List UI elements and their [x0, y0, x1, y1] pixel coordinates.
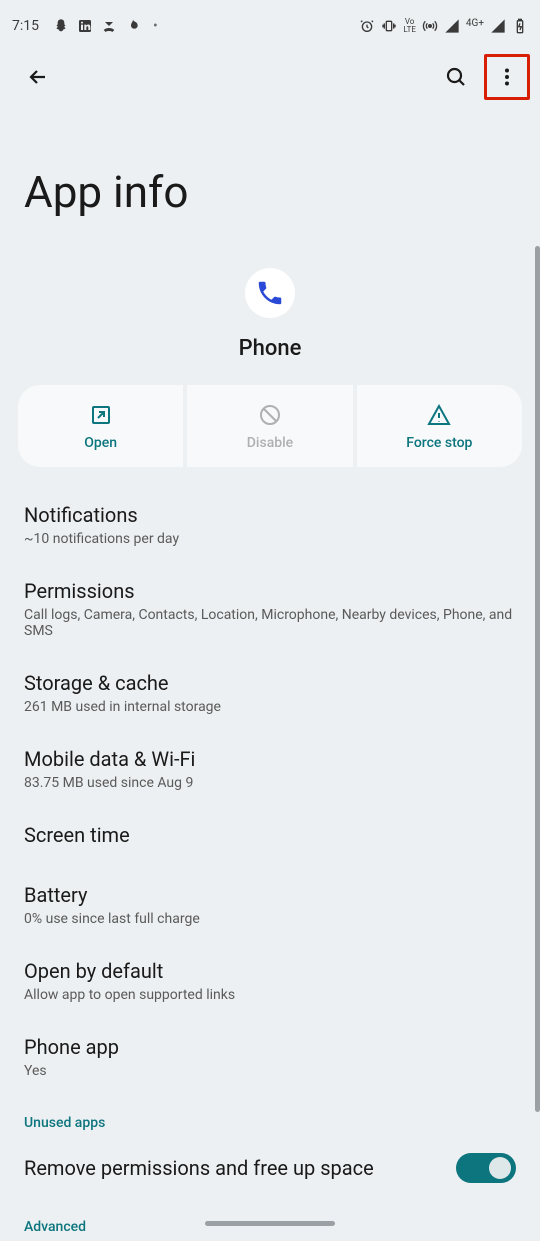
- warning-icon: [427, 403, 451, 427]
- section-advanced: Advanced: [24, 1199, 516, 1241]
- remove-permissions-toggle[interactable]: [456, 1153, 516, 1183]
- network-type: 4G+: [466, 18, 484, 29]
- volte-icon: VoLTE: [403, 18, 416, 34]
- page-title: App info: [0, 106, 540, 258]
- status-right: VoLTE 4G+: [359, 18, 528, 34]
- force-stop-label: Force stop: [406, 435, 472, 451]
- app-icon: [245, 268, 295, 318]
- hotspot-icon: [422, 18, 438, 34]
- overflow-highlight: [484, 54, 530, 100]
- open-button[interactable]: Open: [18, 385, 183, 467]
- signal-icon-1: [444, 18, 460, 34]
- status-time: 7:15: [12, 18, 39, 34]
- back-button[interactable]: [18, 57, 58, 97]
- nav-handle[interactable]: [205, 1221, 335, 1226]
- app-header: Phone: [0, 258, 540, 385]
- status-bar: 7:15 • VoLTE 4G+: [0, 0, 540, 48]
- disable-icon: [258, 403, 282, 427]
- disable-button: Disable: [187, 385, 352, 467]
- setting-permissions[interactable]: Permissions Call logs, Camera, Contacts,…: [24, 563, 516, 655]
- missed-call-icon: [101, 18, 117, 34]
- setting-remove-permissions[interactable]: Remove permissions and free up space: [24, 1137, 516, 1199]
- signal-icon-2: [490, 18, 506, 34]
- setting-open-by-default[interactable]: Open by default Allow app to open suppor…: [24, 943, 516, 1019]
- phone-icon: [255, 278, 285, 308]
- action-row: Open Disable Force stop: [0, 385, 540, 467]
- section-unused-apps: Unused apps: [24, 1095, 516, 1137]
- notification-dot: •: [153, 18, 158, 34]
- setting-screen-time[interactable]: Screen time: [24, 807, 516, 867]
- open-icon: [89, 403, 113, 427]
- setting-battery[interactable]: Battery 0% use since last full charge: [24, 867, 516, 943]
- more-vert-icon: [495, 65, 519, 89]
- disable-label: Disable: [247, 435, 293, 451]
- setting-phone-app[interactable]: Phone app Yes: [24, 1019, 516, 1095]
- snapchat-icon: [53, 18, 69, 34]
- overflow-menu-button[interactable]: [487, 57, 527, 97]
- setting-mobile-data[interactable]: Mobile data & Wi-Fi 83.75 MB used since …: [24, 731, 516, 807]
- toolbar: [0, 48, 540, 106]
- setting-notifications[interactable]: Notifications ~10 notifications per day: [24, 487, 516, 563]
- vibrate-icon: [381, 18, 397, 34]
- open-label: Open: [84, 435, 117, 451]
- search-icon: [444, 65, 468, 89]
- alarm-icon: [359, 18, 375, 34]
- linkedin-icon: [77, 18, 93, 34]
- setting-storage[interactable]: Storage & cache 261 MB used in internal …: [24, 655, 516, 731]
- battery-icon: [512, 18, 528, 34]
- tinder-icon: [125, 18, 141, 34]
- arrow-left-icon: [26, 65, 50, 89]
- force-stop-button[interactable]: Force stop: [357, 385, 522, 467]
- toggle-thumb: [489, 1157, 511, 1179]
- search-button[interactable]: [436, 57, 476, 97]
- status-left: 7:15 •: [12, 18, 158, 34]
- scrollbar[interactable]: [535, 246, 540, 1112]
- settings-list: Notifications ~10 notifications per day …: [0, 487, 540, 1241]
- app-name: Phone: [239, 336, 302, 361]
